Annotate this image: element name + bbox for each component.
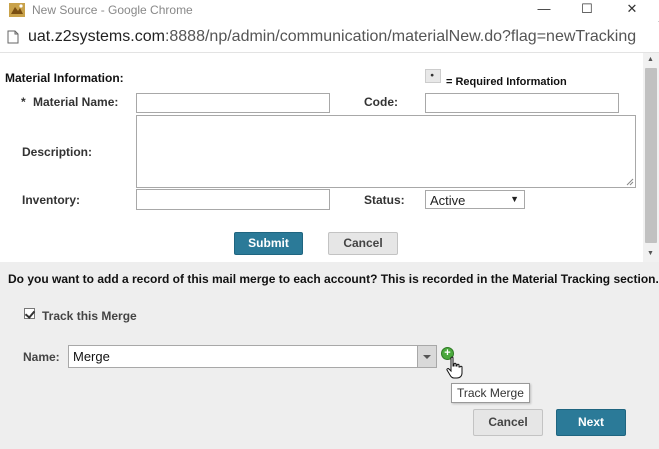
maximize-button[interactable]: ☐	[566, 0, 608, 21]
status-value: Active	[430, 193, 466, 208]
scrollbar[interactable]: ▲ ▼	[643, 53, 659, 262]
chevron-down-icon	[423, 355, 431, 359]
asterisk-icon	[430, 73, 434, 77]
track-question: Do you want to add a record of this mail…	[8, 272, 659, 286]
page-icon	[7, 30, 19, 44]
scroll-up-icon[interactable]: ▲	[647, 56, 654, 63]
address-bar[interactable]: uat.z2systems.com:8888/np/admin/communic…	[0, 22, 659, 53]
title-bar: New Source - Google Chrome — ☐ ✕	[0, 0, 659, 21]
track-merge-checkbox[interactable]	[24, 308, 35, 319]
window-title: New Source - Google Chrome	[32, 3, 193, 17]
name-label: Name:	[23, 350, 60, 364]
url-host: uat.z2systems.com	[28, 28, 165, 45]
resize-handle-icon[interactable]	[626, 178, 634, 186]
close-button[interactable]: ✕	[611, 0, 653, 21]
url-text[interactable]: uat.z2systems.com:8888/np/admin/communic…	[28, 28, 636, 46]
name-combobox[interactable]: Merge	[68, 345, 418, 368]
description-textarea[interactable]	[136, 115, 636, 188]
form-cancel-button[interactable]: Cancel	[328, 232, 398, 255]
material-form: Material Information: = Required Informa…	[0, 53, 643, 262]
next-button[interactable]: Next	[556, 409, 626, 436]
code-input[interactable]	[425, 93, 619, 113]
required-legend: = Required Information	[446, 76, 567, 88]
url-path: :8888/np/admin/communication/materialNew…	[164, 28, 637, 45]
cancel-button[interactable]: Cancel	[473, 409, 543, 436]
description-label: Description:	[22, 145, 93, 159]
scroll-down-icon[interactable]: ▼	[647, 250, 654, 257]
name-dropdown-button[interactable]	[417, 345, 437, 368]
status-select[interactable]: Active ▼	[425, 190, 525, 209]
chevron-down-icon: ▼	[510, 194, 519, 204]
minimize-button[interactable]: —	[523, 0, 565, 21]
status-label: Status:	[364, 193, 405, 207]
popup-window: New Source - Google Chrome — ☐ ✕ uat.z2s…	[0, 0, 659, 262]
app-icon	[9, 3, 25, 17]
track-merge-tooltip: Track Merge	[451, 383, 530, 403]
hand-cursor-icon	[446, 356, 463, 379]
required-marker: *	[21, 95, 26, 109]
code-label: Code:	[364, 95, 398, 109]
section-title: Material Information:	[5, 71, 124, 85]
inventory-label: Inventory:	[22, 193, 81, 207]
inventory-input[interactable]	[136, 189, 330, 210]
material-name-input[interactable]	[136, 93, 330, 113]
material-name-label: Material Name:	[33, 95, 119, 109]
scroll-thumb[interactable]	[645, 68, 657, 243]
track-merge-label: Track this Merge	[42, 309, 137, 323]
submit-button[interactable]: Submit	[234, 232, 303, 255]
required-icon	[425, 69, 441, 83]
